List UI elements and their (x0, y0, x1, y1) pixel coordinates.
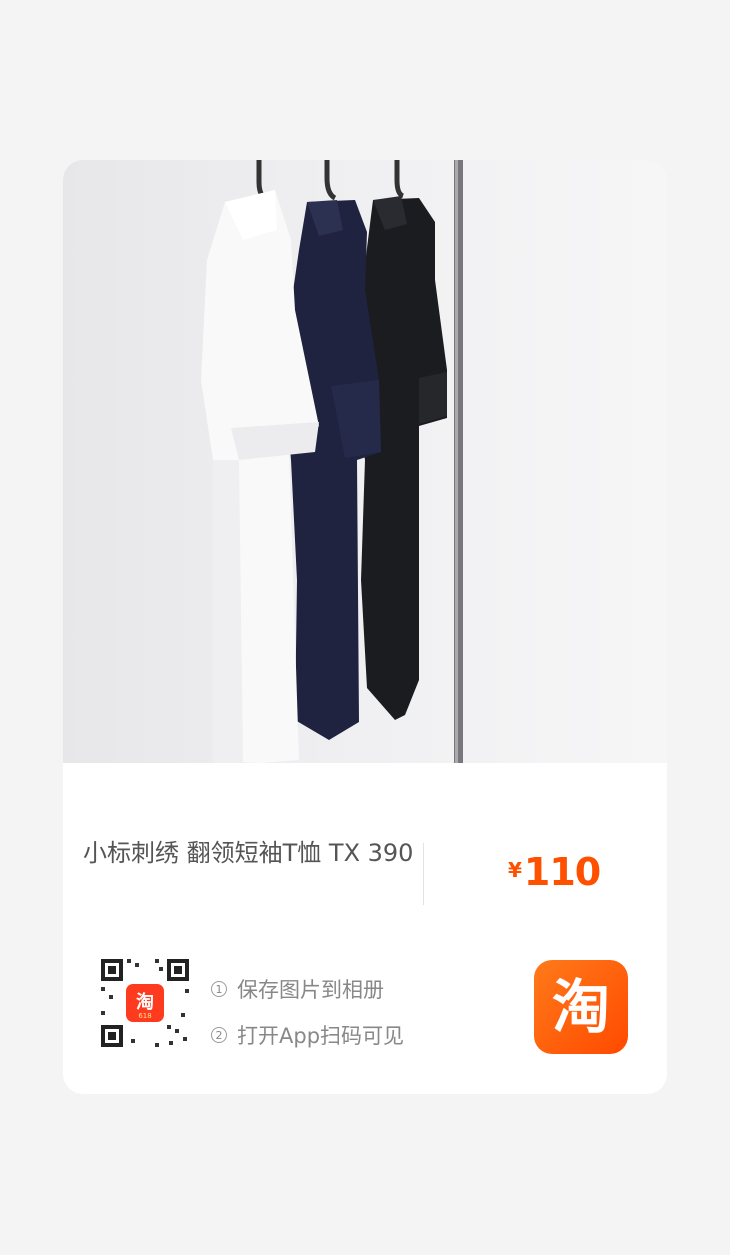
step-save: 1 保存图片到相册 (211, 966, 404, 1012)
product-price: ¥110 (508, 850, 601, 894)
step-1-label: 保存图片到相册 (237, 978, 384, 1002)
qr-app-icon-sub: 618 (138, 1012, 151, 1020)
price-amount: 110 (523, 850, 601, 894)
qr-code[interactable]: 淘 618 (97, 955, 193, 1051)
taobao-logo-char: 淘 (551, 973, 610, 1041)
taobao-logo-icon: 淘 (534, 960, 628, 1054)
step-2-label: 打开App扫码可见 (237, 1024, 405, 1048)
step-1-number: 1 (211, 981, 227, 997)
qr-code-icon: 淘 618 (97, 955, 193, 1051)
divider (423, 843, 424, 905)
polo-shirts-photo (63, 160, 667, 763)
step-2-number: 2 (211, 1027, 227, 1043)
share-instructions: 1 保存图片到相册 2 打开App扫码可见 (211, 966, 404, 1058)
currency-symbol: ¥ (508, 858, 522, 882)
qr-app-icon-char: 淘 (136, 991, 154, 1013)
step-scan: 2 打开App扫码可见 (211, 1012, 404, 1058)
product-image[interactable] (63, 160, 667, 763)
product-share-card: 小标刺绣 翻领短袖T恤 TX 390 ¥110 淘 618 1 保存图片到相册 … (63, 160, 667, 1094)
product-title[interactable]: 小标刺绣 翻领短袖T恤 TX 390 (83, 835, 423, 872)
